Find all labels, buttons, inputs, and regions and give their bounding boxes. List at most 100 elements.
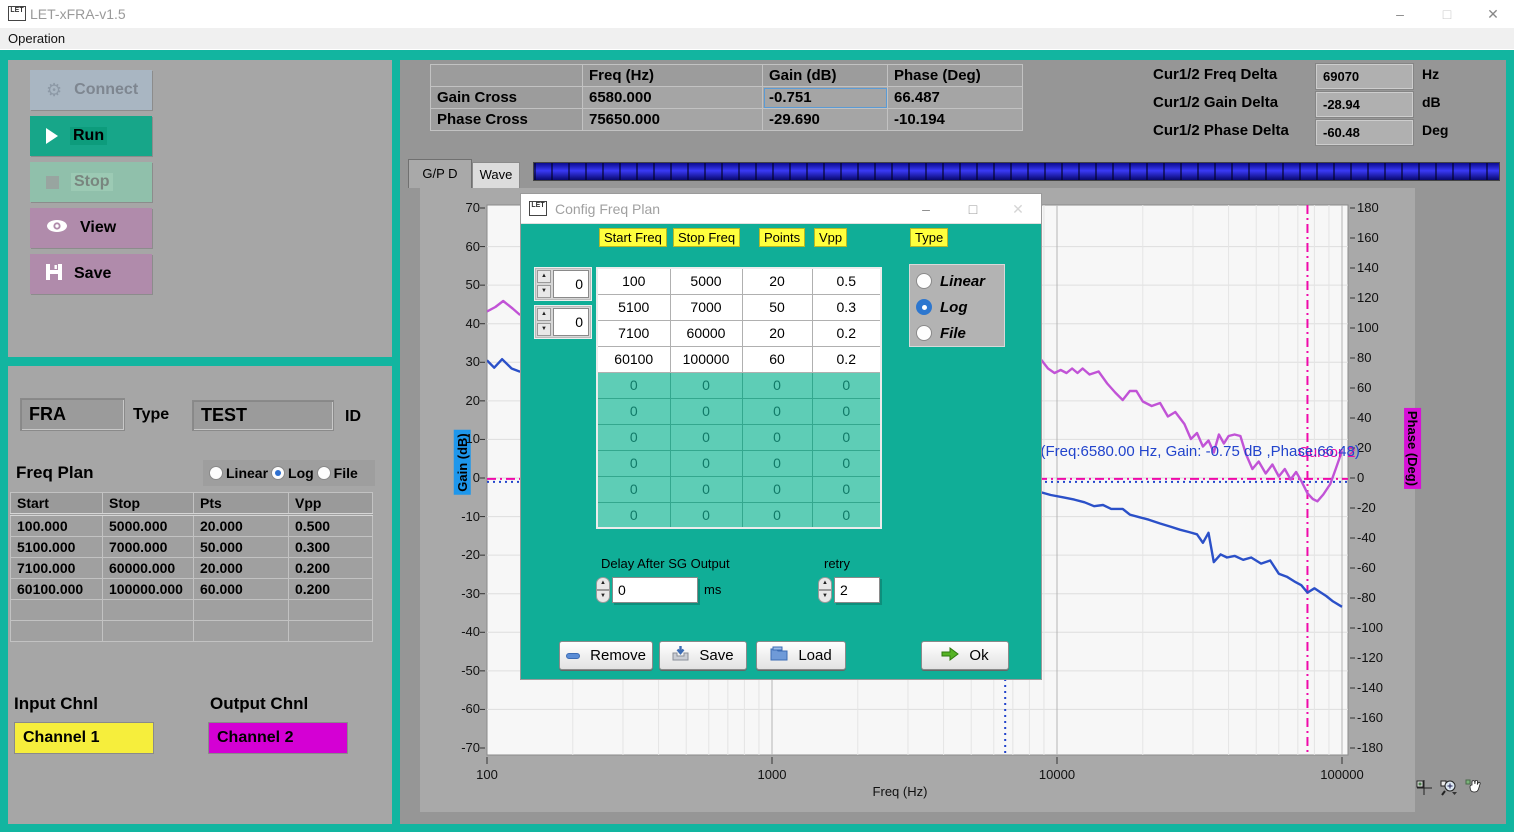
cross-table: Freq (Hz) Gain (dB) Phase (Deg) Gain Cro… (430, 64, 1023, 131)
radio-log[interactable] (271, 466, 285, 480)
tab-gpd[interactable]: G/P D (408, 159, 472, 188)
type-field[interactable]: FRA (20, 398, 125, 431)
stop-button[interactable]: Stop (30, 162, 152, 202)
selected-cell[interactable]: -0.751 (763, 87, 888, 109)
remove-button[interactable]: Remove (559, 641, 653, 670)
dialog-title-bar: LET Config Freq Plan – □ ✕ (521, 194, 1041, 224)
spin-up-icon[interactable]: ▲ (596, 577, 610, 590)
delay-spinner[interactable]: ▲▼ 0 (594, 575, 700, 605)
dialog-minimize-button[interactable]: – (911, 199, 941, 219)
phase-delta-unit: Deg (1422, 122, 1448, 138)
input-channel-value[interactable]: Channel 1 (14, 722, 154, 754)
gain-delta-label: Cur1/2 Gain Delta (1153, 94, 1278, 111)
title-bar: LET LET-xFRA-v1.5 – □ ✕ (0, 0, 1514, 28)
phase-delta-value[interactable]: -60.48 (1315, 119, 1414, 146)
connect-button[interactable]: ⚙ Connect (30, 70, 152, 110)
dialog-logo-icon: LET (529, 201, 547, 216)
freq-delta-value[interactable]: 69070 (1315, 63, 1414, 90)
load-button[interactable]: Load (756, 641, 846, 670)
type-col-label: Type (910, 228, 948, 247)
dialog-freq-plan-table[interactable]: 1005000200.5 51007000500.3 710060000200.… (596, 267, 882, 529)
stop-freq-col-label: Stop Freq (673, 228, 740, 247)
input-chnl-label: Input Chnl (14, 694, 98, 714)
stop-icon (46, 176, 59, 189)
spin-down-icon[interactable]: ▼ (537, 285, 551, 298)
spin-up-icon[interactable]: ▲ (537, 308, 551, 321)
retry-spinner[interactable]: ▲▼ 2 (816, 575, 882, 605)
measurement-panel: Freq (Hz) Gain (dB) Phase (Deg) Gain Cro… (400, 60, 1506, 824)
tab-wave[interactable]: Wave (472, 162, 520, 188)
spin-up-icon[interactable]: ▲ (537, 270, 551, 283)
points-col-label: Points (759, 228, 805, 247)
type-label: Type (133, 406, 169, 424)
output-channel-value[interactable]: Channel 2 (208, 722, 348, 754)
vpp-col-label: Vpp (814, 228, 847, 247)
id-field[interactable]: TEST (192, 400, 334, 431)
app-logo-icon: LET (8, 6, 26, 21)
id-label: ID (345, 408, 361, 426)
radio-linear[interactable] (209, 466, 223, 480)
table-row: 100.0005000.00020.0000.500 (11, 515, 373, 537)
radio-file[interactable] (317, 466, 331, 480)
freq-delta-unit: Hz (1422, 66, 1439, 82)
floppy-icon (46, 264, 62, 285)
ok-button[interactable]: Ok (921, 641, 1009, 670)
app-window: LET LET-xFRA-v1.5 – □ ✕ Operation ⚙ Conn… (0, 0, 1514, 832)
dialog-radio-file[interactable]: File (910, 320, 1004, 346)
dialog-radio-log[interactable]: Log (910, 294, 1004, 320)
remove-icon (566, 653, 580, 659)
table-row: 5100.0007000.00050.0000.300 (11, 537, 373, 558)
close-button[interactable]: ✕ (1478, 4, 1508, 24)
maximize-button[interactable]: □ (1432, 4, 1462, 24)
play-icon (46, 128, 58, 144)
table-row: 7100.00060000.00020.0000.200 (11, 558, 373, 579)
freq-delta-label: Cur1/2 Freq Delta (1153, 66, 1277, 83)
minimize-button[interactable]: – (1385, 4, 1415, 24)
config-panel: FRA Type TEST ID Freq Plan Linear Log Fi… (8, 366, 392, 824)
delay-label: Delay After SG Output (601, 556, 730, 571)
phase-cross-row: Phase Cross 75650.000 -29.690 -10.194 (431, 109, 1023, 131)
spin-down-icon[interactable]: ▼ (537, 323, 551, 336)
run-button[interactable]: Run (30, 116, 152, 156)
gain-delta-value[interactable]: -28.94 (1315, 91, 1414, 118)
control-panel: ⚙ Connect Run Stop View Save (8, 60, 392, 357)
table-row (11, 621, 373, 642)
arrow-right-icon (941, 647, 959, 665)
delay-unit-label: ms (704, 582, 721, 597)
spin-down-icon[interactable]: ▼ (596, 590, 610, 603)
start-freq-col-label: Start Freq (599, 228, 667, 247)
dialog-radio-linear[interactable]: Linear (910, 268, 1004, 294)
phase-delta-label: Cur1/2 Phase Delta (1153, 122, 1289, 139)
window-title: LET-xFRA-v1.5 (30, 6, 126, 22)
dialog-close-button[interactable]: ✕ (1003, 199, 1033, 219)
gain-cross-row: Gain Cross 6580.000 -0.751 66.487 (431, 87, 1023, 109)
save-button[interactable]: Save (30, 254, 152, 294)
zoom-tool-icon[interactable] (1440, 779, 1458, 801)
progress-bar (533, 162, 1500, 181)
freq-plan-title: Freq Plan (16, 463, 93, 483)
retry-label: retry (824, 556, 850, 571)
pan-tool-icon[interactable] (1465, 779, 1482, 801)
freq-plan-scale-radios: Linear Log File (203, 460, 375, 486)
output-chnl-label: Output Chnl (210, 694, 308, 714)
save-file-icon (672, 645, 689, 666)
dialog-maximize-button[interactable]: □ (958, 199, 988, 219)
row-spinner-2[interactable]: ▲▼ 0 (534, 305, 592, 339)
table-row (11, 600, 373, 621)
cursor-tool-icon[interactable] (1416, 779, 1433, 801)
table-row: 60100.000100000.00060.0000.200 (11, 579, 373, 600)
chart-tools (1416, 779, 1482, 801)
view-button[interactable]: View (30, 208, 152, 248)
gear-icon: ⚙ (46, 80, 62, 101)
dialog-type-radios: Linear Log File (909, 264, 1005, 347)
spin-down-icon[interactable]: ▼ (818, 590, 832, 603)
config-freq-plan-dialog: LET Config Freq Plan – □ ✕ Start Freq St… (520, 193, 1042, 680)
dialog-save-button[interactable]: Save (659, 641, 747, 670)
gain-delta-unit: dB (1422, 94, 1441, 110)
content-area: ⚙ Connect Run Stop View Save (0, 50, 1514, 832)
row-spinner-1[interactable]: ▲▼ 0 (534, 267, 592, 301)
spin-up-icon[interactable]: ▲ (818, 577, 832, 590)
menu-operation[interactable]: Operation (8, 31, 65, 46)
eye-icon (46, 219, 68, 238)
freq-plan-table[interactable]: Start Stop Pts Vpp 100.0005000.00020.000… (10, 492, 373, 642)
